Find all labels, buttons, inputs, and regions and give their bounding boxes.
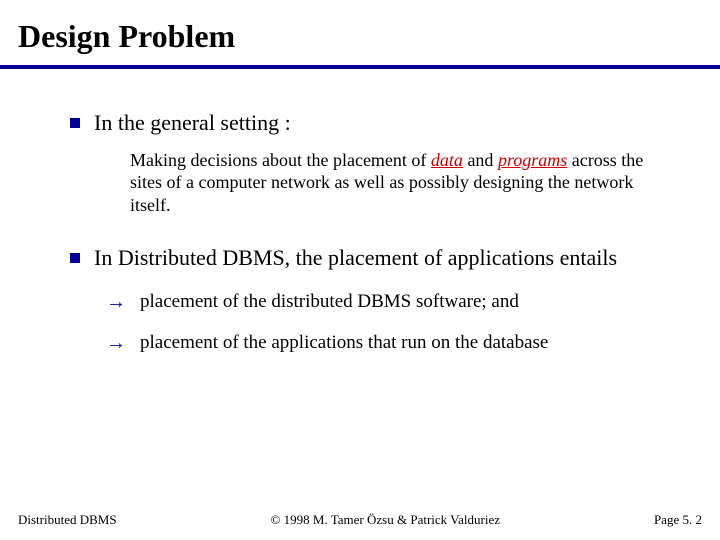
footer-center: © 1998 M. Tamer Özsu & Patrick Valduriez bbox=[271, 512, 500, 528]
bullet-text: In Distributed DBMS, the placement of ap… bbox=[94, 244, 617, 272]
subtext-part: and bbox=[463, 150, 498, 170]
arrow-text: placement of the applications that run o… bbox=[140, 331, 548, 355]
subtext-part: Making decisions about the placement of bbox=[130, 150, 431, 170]
arrow-item: → placement of the distributed DBMS soft… bbox=[106, 290, 680, 314]
square-bullet-icon bbox=[70, 118, 80, 128]
arrow-icon: → bbox=[106, 292, 126, 312]
slide-title: Design Problem bbox=[0, 0, 720, 55]
bullet-item: In Distributed DBMS, the placement of ap… bbox=[70, 244, 680, 272]
content-area: In the general setting : Making decision… bbox=[0, 69, 720, 355]
footer-left: Distributed DBMS bbox=[18, 512, 117, 528]
footer: Distributed DBMS © 1998 M. Tamer Özsu & … bbox=[0, 512, 720, 528]
bullet-subtext: Making decisions about the placement of … bbox=[130, 149, 670, 217]
emphasis-programs: programs bbox=[498, 150, 567, 170]
arrow-icon: → bbox=[106, 333, 126, 353]
arrow-item: → placement of the applications that run… bbox=[106, 331, 680, 355]
arrow-text: placement of the distributed DBMS softwa… bbox=[140, 290, 519, 314]
square-bullet-icon bbox=[70, 253, 80, 263]
emphasis-data: data bbox=[431, 150, 463, 170]
slide: Design Problem In the general setting : … bbox=[0, 0, 720, 540]
bullet-text: In the general setting : bbox=[94, 109, 291, 137]
bullet-item: In the general setting : bbox=[70, 109, 680, 137]
footer-right: Page 5. 2 bbox=[654, 512, 702, 528]
